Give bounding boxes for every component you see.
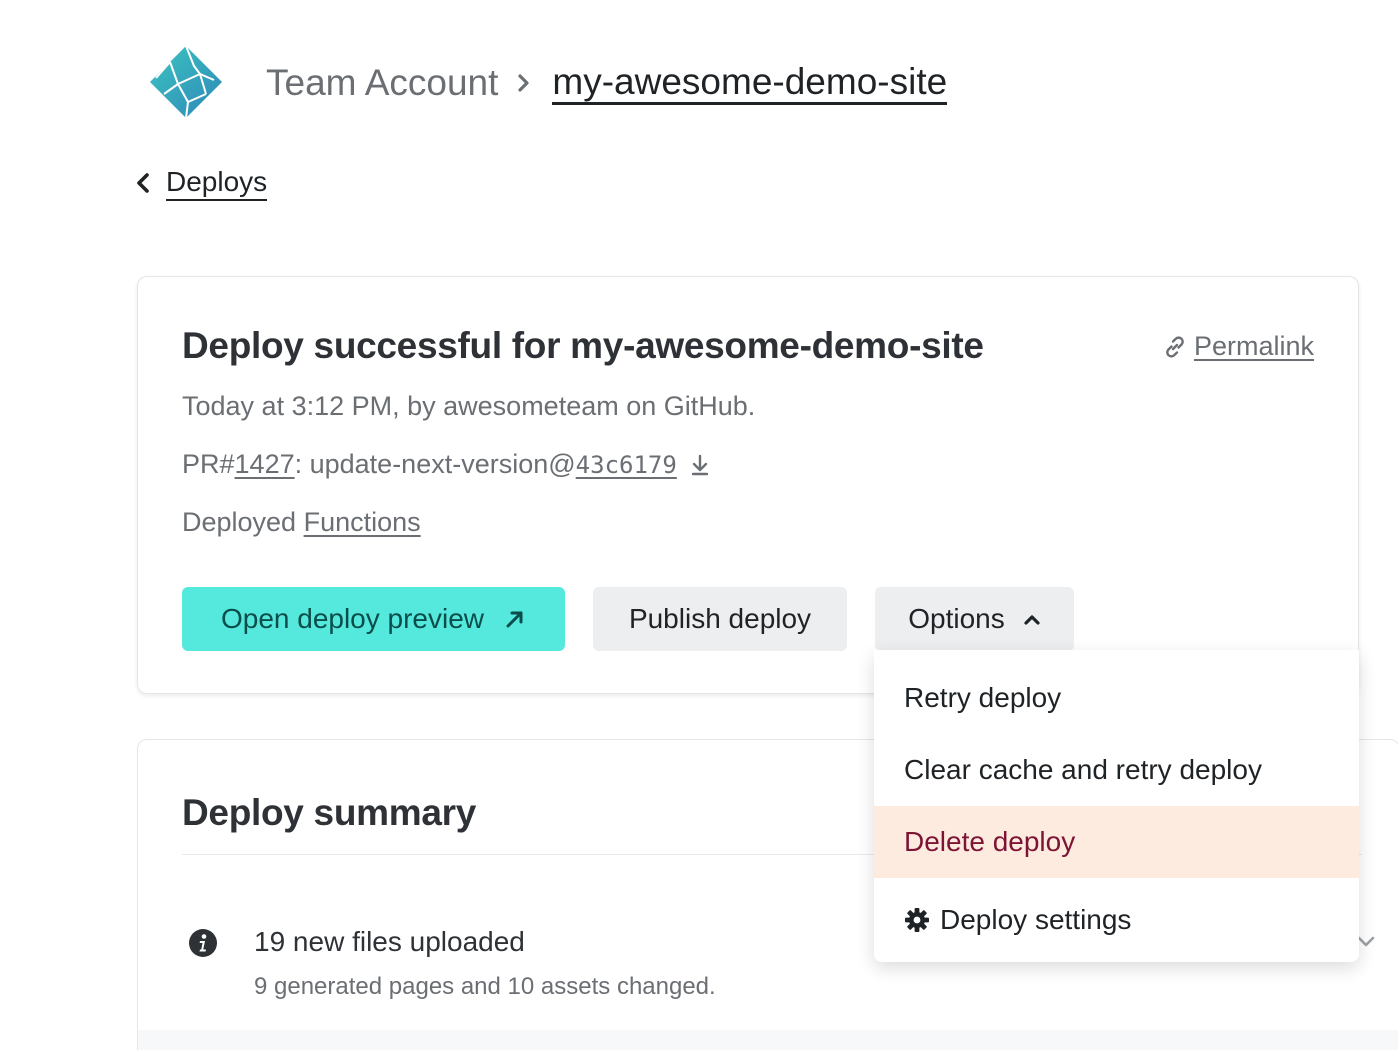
summary-title: Deploy summary: [182, 792, 476, 833]
deploy-meta-line: Today at 3:12 PM, by awesometeam on GitH…: [182, 391, 756, 421]
chevron-right-icon: [518, 74, 530, 92]
gear-icon: [905, 908, 929, 932]
page: Team Account my-awesome-demo-site Deploy…: [0, 0, 1398, 1050]
breadcrumb-team-link[interactable]: Team Account: [266, 60, 498, 106]
pr-branch-text: : update-next-version@: [294, 449, 576, 479]
pr-prefix: PR#: [182, 449, 235, 479]
chevron-left-icon: [137, 173, 149, 193]
preview-button-label: Open deploy preview: [220, 603, 485, 634]
permalink-label: Permalink: [1193, 331, 1314, 361]
netlify-logo-icon[interactable]: [148, 44, 224, 120]
back-to-deploys-link[interactable]: Deploys: [134, 165, 268, 201]
menu-item-retry-deploy[interactable]: Retry deploy: [874, 650, 1359, 734]
menu-item-deploy-settings[interactable]: Deploy settings: [874, 878, 1359, 962]
menu-item-label: Delete deploy: [904, 826, 1076, 857]
menu-item-delete-deploy[interactable]: Delete deploy: [874, 806, 1359, 878]
functions-prefix: Deployed: [182, 507, 304, 537]
pr-number-link[interactable]: 1427: [235, 449, 295, 480]
menu-item-clear-cache-retry[interactable]: Clear cache and retry deploy: [874, 734, 1359, 806]
permalink-link[interactable]: Permalink: [1162, 331, 1314, 362]
menu-item-label: Clear cache and retry deploy: [904, 754, 1262, 785]
chevron-down-icon[interactable]: [1356, 934, 1376, 948]
breadcrumb: Team Account my-awesome-demo-site: [266, 60, 948, 106]
deploy-title: Deploy successful for my-awesome-demo-si…: [182, 325, 984, 366]
chevron-up-icon: [1024, 615, 1040, 625]
deploy-pr-line: PR# 1427 : update-next-version@ 43c6179: [182, 449, 711, 480]
summary-item-title: 19 new files uploaded: [254, 926, 525, 957]
options-button-label: Options: [908, 603, 1005, 634]
download-icon[interactable]: [689, 453, 711, 477]
commit-hash-link[interactable]: 43c6179: [576, 451, 677, 479]
info-icon: [189, 929, 217, 957]
open-deploy-preview-button[interactable]: Open deploy preview: [182, 587, 565, 651]
deploy-status-card: Deploy successful for my-awesome-demo-si…: [137, 276, 1359, 694]
publish-deploy-button[interactable]: Publish deploy: [593, 587, 847, 651]
summary-item-subtitle: 9 generated pages and 10 assets changed.: [254, 973, 716, 1000]
options-button[interactable]: Options: [875, 587, 1074, 651]
functions-link[interactable]: Functions: [304, 507, 421, 537]
options-dropdown-menu: Retry deploy Clear cache and retry deplo…: [874, 650, 1359, 962]
breadcrumb-site-link[interactable]: my-awesome-demo-site: [552, 61, 948, 105]
deployed-functions-line: Deployed Functions: [182, 507, 421, 538]
menu-item-label: Retry deploy: [904, 682, 1062, 713]
publish-button-label: Publish deploy: [628, 603, 812, 634]
back-link-label: Deploys: [166, 165, 268, 201]
menu-item-label: Deploy settings: [940, 904, 1132, 935]
external-arrow-icon: [506, 611, 523, 628]
link-icon: [1166, 335, 1184, 358]
summary-footer: [138, 1030, 1398, 1050]
